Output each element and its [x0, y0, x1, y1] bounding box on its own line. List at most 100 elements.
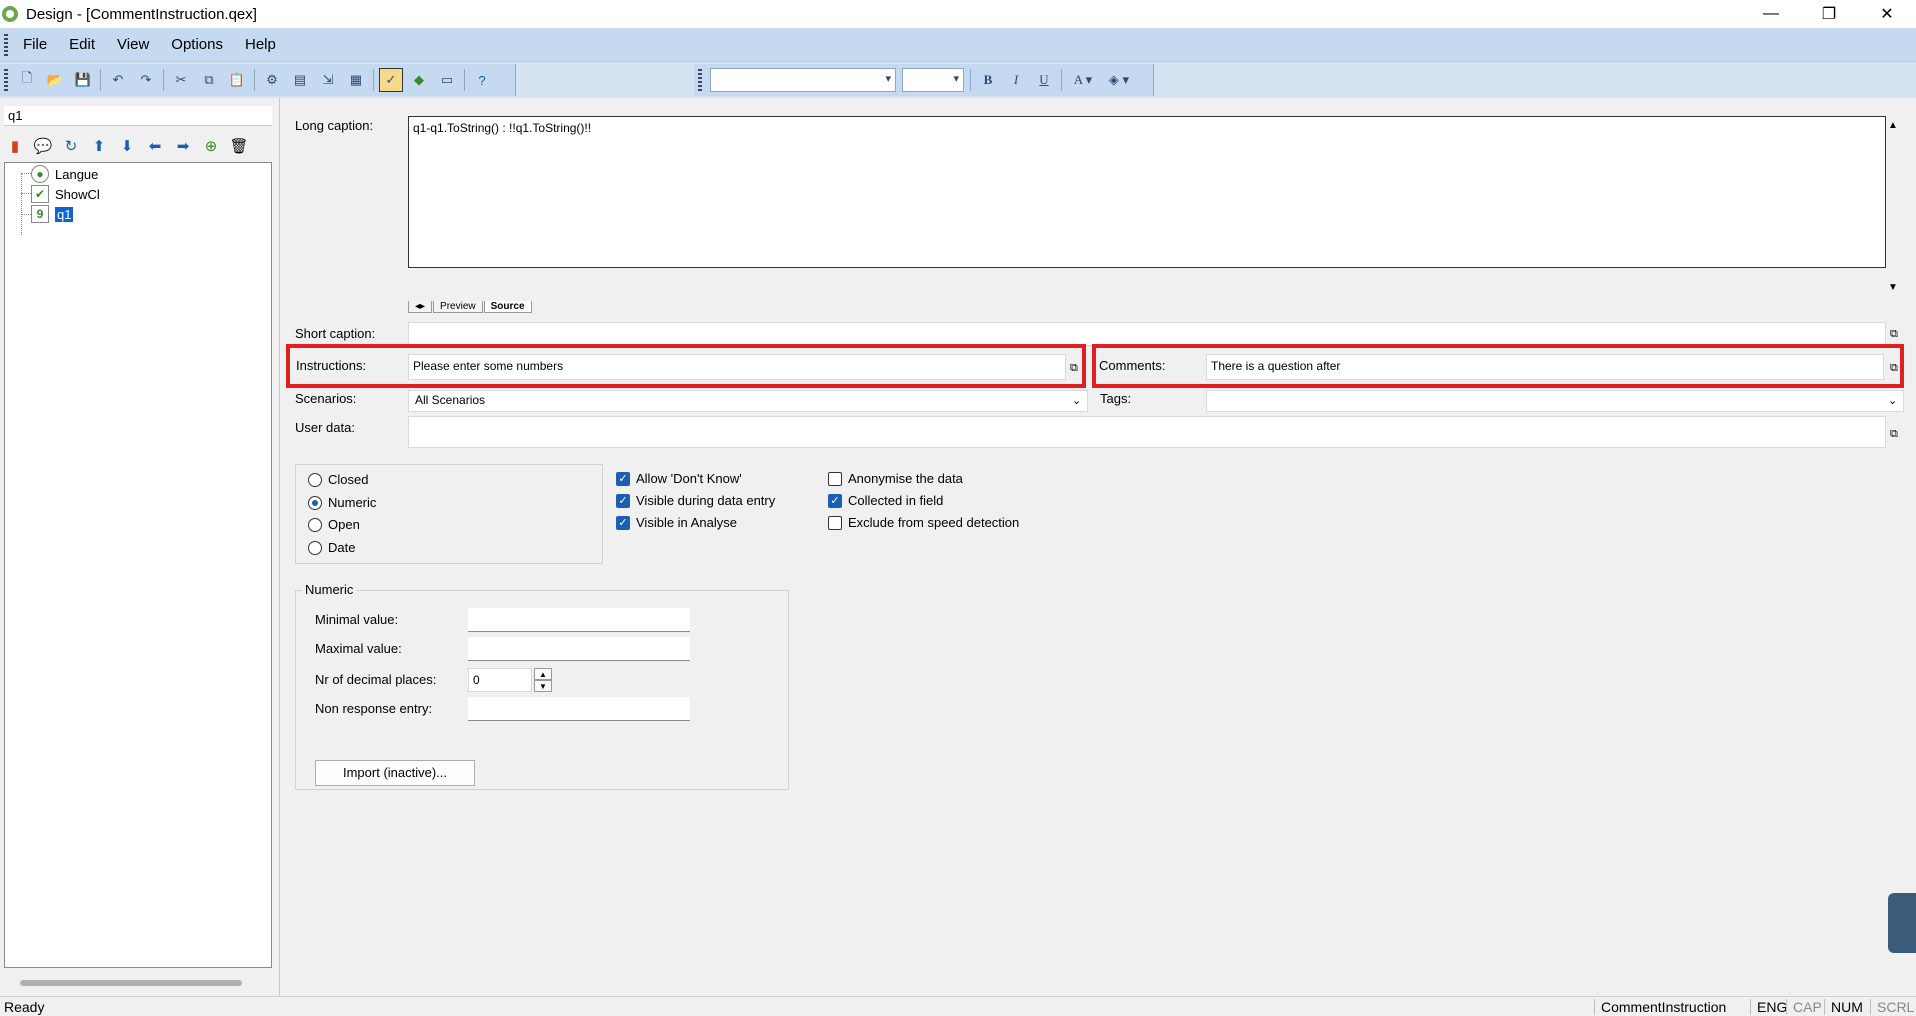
instructions-input[interactable]: Please enter some numbers — [408, 354, 1066, 380]
left-panel: q1 ▮ 💬 ↻ ⬆ ⬇ ⬅ ➡ ⊕ 🗑 ● Langue ✔ ShowCl 9… — [0, 98, 280, 996]
stepper-up-icon[interactable]: ▲ — [534, 668, 552, 680]
checkbox-allow-dont-know[interactable]: ✓ Allow 'Don't Know' — [616, 471, 742, 486]
font-color-icon[interactable]: A ▾ — [1067, 68, 1099, 92]
remote-control-widget[interactable] — [1888, 893, 1916, 953]
diamond-icon[interactable]: ◆ — [407, 68, 431, 92]
delete-icon[interactable]: 🗑 — [228, 135, 250, 157]
expand-icon[interactable]: ⧉ — [1890, 362, 1902, 374]
radio-date[interactable]: Date — [308, 540, 355, 555]
tree-scrollbar[interactable] — [20, 980, 242, 986]
expand-icon[interactable]: ⧉ — [1070, 362, 1082, 374]
checkbox-visible-analyse[interactable]: ✓ Visible in Analyse — [616, 515, 737, 530]
calendar-icon[interactable]: ▦ — [344, 68, 368, 92]
status-bar: Ready CommentInstruction ENG CAP NUM SCR… — [0, 996, 1916, 1016]
bookmark-icon[interactable]: ▮ — [4, 135, 26, 157]
paste-icon[interactable]: 📋 — [225, 68, 249, 92]
tree-item-label: q1 — [55, 206, 74, 222]
checkbox-collected-in-field[interactable]: ✓ Collected in field — [828, 493, 943, 508]
font-name-combo[interactable] — [710, 68, 896, 92]
arrow-down-icon[interactable]: ⬇ — [116, 135, 138, 157]
chevron-down-icon: ⌄ — [1072, 395, 1082, 407]
tree-item-q1[interactable]: 9 q1 — [31, 205, 74, 223]
arrow-left-icon[interactable]: ⬅ — [144, 135, 166, 157]
max-value-label: Maximal value: — [315, 641, 402, 656]
radio-icon: ● — [31, 165, 49, 183]
radio-selected-icon — [308, 495, 322, 510]
checkbox-icon — [828, 471, 842, 486]
menu-help[interactable]: Help — [235, 36, 288, 53]
bold-icon[interactable]: B — [976, 68, 1000, 92]
import-button[interactable]: Import (inactive)... — [315, 760, 475, 786]
menu-view[interactable]: View — [107, 36, 161, 53]
add-icon[interactable]: ⊕ — [200, 135, 222, 157]
checkbox-checked-icon: ✓ — [616, 471, 630, 486]
help-icon[interactable]: ? — [470, 68, 494, 92]
checkbox-exclude-speed[interactable]: Exclude from speed detection — [828, 515, 1019, 530]
radio-icon — [308, 472, 322, 487]
menu-options[interactable]: Options — [161, 36, 235, 53]
restore-button[interactable]: ❐ — [1800, 0, 1858, 28]
close-button[interactable]: ✕ — [1858, 0, 1916, 28]
radio-numeric[interactable]: Numeric — [308, 495, 376, 510]
short-caption-input[interactable] — [408, 322, 1886, 346]
toolbar-separator — [970, 69, 971, 91]
scroll-down-icon[interactable]: ▼ — [1888, 282, 1900, 294]
radio-open[interactable]: Open — [308, 517, 360, 532]
non-response-input[interactable] — [468, 697, 690, 721]
cut-icon[interactable]: ✂ — [169, 68, 193, 92]
redo-icon[interactable]: ↷ — [134, 68, 158, 92]
underline-icon[interactable]: U — [1032, 68, 1056, 92]
page-icon[interactable]: ▤ — [288, 68, 312, 92]
open-folder-icon[interactable]: 📂 — [43, 68, 67, 92]
toolbar-separator — [254, 69, 255, 91]
checkbox-checked-icon: ✓ — [616, 493, 630, 508]
max-value-input[interactable] — [468, 637, 690, 661]
instructions-label: Instructions: — [296, 358, 367, 373]
copy-icon[interactable]: ⧉ — [197, 68, 221, 92]
arrow-up-icon[interactable]: ⬆ — [88, 135, 110, 157]
checkbox-anonymise[interactable]: Anonymise the data — [828, 471, 963, 486]
italic-icon[interactable]: I — [1004, 68, 1028, 92]
comments-input[interactable]: There is a question after — [1206, 354, 1884, 380]
tab-source[interactable]: Source — [483, 301, 532, 313]
long-caption-editor[interactable]: q1-q1.ToString() : !!q1.ToString()!! — [408, 116, 1886, 268]
tags-select[interactable] — [1206, 390, 1904, 412]
question-search-input[interactable]: q1 — [4, 106, 272, 126]
short-caption-label: Short caption: — [295, 326, 376, 341]
scenarios-select[interactable]: All Scenarios — [408, 390, 1088, 412]
decimal-places-stepper[interactable]: 0 — [468, 668, 532, 692]
arrow-right-icon[interactable]: ➡ — [172, 135, 194, 157]
expand-icon[interactable]: ⧉ — [1890, 428, 1902, 440]
long-caption-label: Long caption: — [295, 118, 374, 133]
menu-file[interactable]: File — [13, 36, 59, 53]
undo-icon[interactable]: ↶ — [106, 68, 130, 92]
expand-icon[interactable]: ⧉ — [1890, 328, 1902, 340]
comment-icon[interactable]: 💬 — [32, 135, 54, 157]
stepper-down-icon[interactable]: ▼ — [534, 680, 552, 692]
monitor-icon[interactable]: ▭ — [435, 68, 459, 92]
title-bar: Design - [CommentInstruction.qex] — ❐ ✕ — [0, 0, 1916, 28]
settings-icon[interactable]: ⚙ — [260, 68, 284, 92]
checklist-icon[interactable]: ✓ — [379, 68, 403, 92]
scroll-up-icon[interactable]: ▲ — [1888, 120, 1900, 132]
menu-edit[interactable]: Edit — [59, 36, 107, 53]
grip-icon — [4, 33, 8, 56]
scenarios-label: Scenarios: — [295, 391, 357, 406]
export-icon[interactable]: ⇲ — [316, 68, 340, 92]
checkbox-label: Collected in field — [848, 493, 944, 508]
minimize-button[interactable]: — — [1742, 0, 1800, 28]
min-value-input[interactable] — [468, 608, 690, 632]
radio-closed[interactable]: Closed — [308, 472, 368, 487]
tab-nav-arrows[interactable]: ◂▸ — [408, 301, 433, 313]
user-data-input[interactable] — [408, 416, 1886, 448]
font-size-combo[interactable] — [902, 68, 964, 92]
fill-color-icon[interactable]: ◈ ▾ — [1103, 68, 1135, 92]
tab-preview[interactable]: Preview — [433, 301, 483, 313]
save-icon[interactable]: 💾 — [71, 68, 95, 92]
tree-item-langue[interactable]: ● Langue — [31, 165, 98, 183]
checkbox-visible-data-entry[interactable]: ✓ Visible during data entry — [616, 493, 775, 508]
tree-item-showcl[interactable]: ✔ ShowCl — [31, 185, 100, 203]
new-file-icon[interactable]: 🗋 — [15, 68, 39, 92]
refresh-icon[interactable]: ↻ — [60, 135, 82, 157]
checkbox-label: Visible in Analyse — [636, 515, 737, 530]
